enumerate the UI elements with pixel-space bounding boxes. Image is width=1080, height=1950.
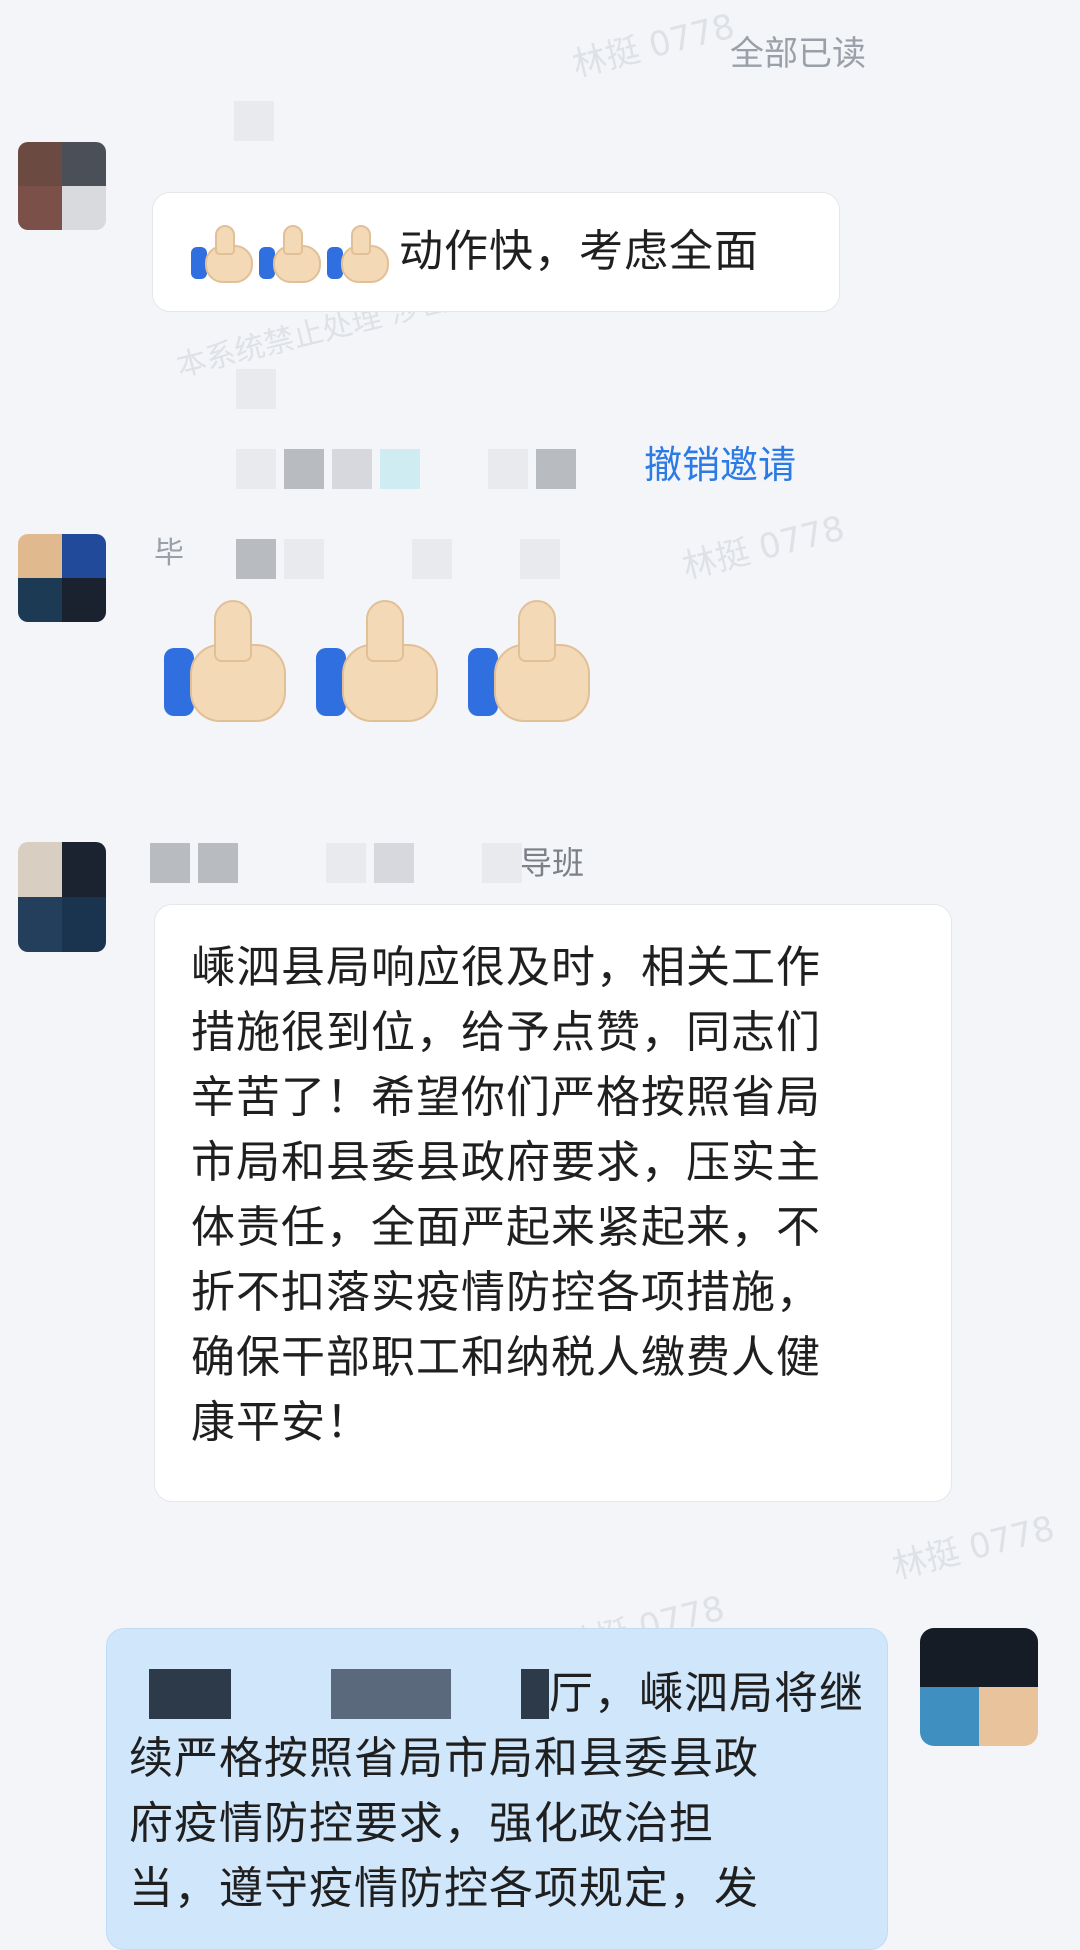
sender-name-blurred — [236, 368, 276, 410]
redacted-text — [331, 1668, 451, 1719]
thumbs-up-icon — [466, 598, 590, 722]
watermark: 林挺 0778 — [888, 1508, 1059, 1588]
read-status[interactable]: 全部已读 — [730, 26, 866, 75]
message-text: 动作快，考虑全面 — [399, 226, 759, 277]
message-bubble[interactable]: 厅，嵊泗局将继 续严格按照省局市局和县委县政 府疫情防控要求，强化政治担 当，遵… — [106, 1628, 888, 1950]
redacted-text — [521, 1668, 549, 1719]
avatar[interactable] — [18, 142, 106, 230]
redacted-text — [149, 1668, 231, 1719]
thumbs-up-icon — [191, 223, 253, 283]
revoke-invite-link[interactable]: 撤销邀请 — [644, 434, 796, 489]
big-emoji-message[interactable] — [162, 598, 590, 722]
watermark: 林挺 0778 — [568, 6, 739, 86]
message-text: 嵊泗县局响应很及时，相关工作 措施很到位，给予点赞，同志们 辛苦了！希望你们严格… — [191, 942, 821, 1448]
system-notice-blurred — [236, 448, 576, 490]
avatar[interactable] — [18, 534, 106, 622]
watermark: 林挺 0778 — [678, 508, 849, 588]
thumbs-up-icon — [162, 598, 286, 722]
message-bubble[interactable]: 动作快，考虑全面 — [152, 192, 840, 312]
sender-name-blurred — [236, 538, 560, 580]
sender-name-blurred — [150, 842, 522, 884]
thumbs-up-icon — [314, 598, 438, 722]
thumbs-up-icon — [259, 223, 321, 283]
message-text: 厅，嵊泗局将继 续严格按照省局市局和县委县政 府疫情防控要求，强化政治担 当，遵… — [129, 1668, 864, 1914]
sender-name: 导班 — [520, 844, 585, 882]
thumbs-up-icon — [327, 223, 389, 283]
avatar[interactable] — [18, 842, 106, 952]
avatar[interactable] — [920, 1628, 1038, 1746]
sender-name-blurred — [234, 100, 274, 142]
message-bubble[interactable]: 嵊泗县局响应很及时，相关工作 措施很到位，给予点赞，同志们 辛苦了！希望你们严格… — [154, 904, 952, 1502]
sender-name: 毕 — [154, 536, 184, 571]
